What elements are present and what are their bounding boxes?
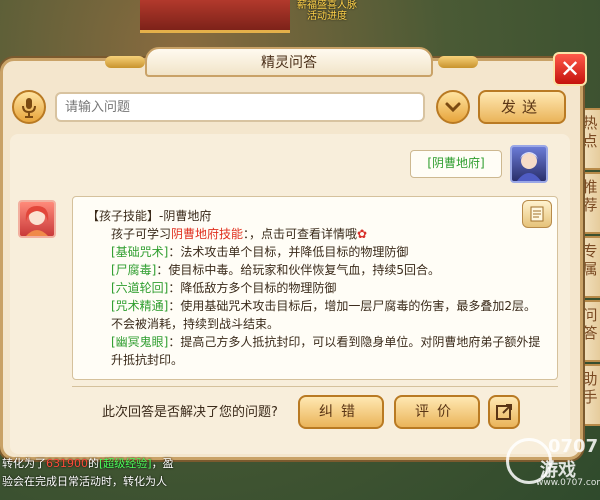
feedback-row: 此次回答是否解决了您的问题? 纠错 评价 xyxy=(72,386,558,437)
skill-name[interactable]: [六道轮回] xyxy=(111,281,168,295)
skill-desc: ：降低敌方多个目标的物理防御 xyxy=(168,281,337,295)
title-ornament-right xyxy=(438,56,478,68)
intro-prefix: 孩子可学习 xyxy=(111,227,172,241)
intro-suffix: ：，点击可查看详情哦 xyxy=(243,227,358,241)
scroll-paper-icon xyxy=(530,206,544,222)
exp-line-2: 验会在完成日常活动时，转化为人 xyxy=(2,475,167,488)
skill-name[interactable]: [基础咒术] xyxy=(111,245,168,259)
voice-input-button[interactable] xyxy=(12,90,46,124)
exp-suffix: ，盈 xyxy=(151,457,174,470)
user-portrait-icon xyxy=(517,152,541,181)
answer-box: 【孩子技能】-阴曹地府 孩子可学习阴曹地府技能：，点击可查看详情哦✿ [基础咒术… xyxy=(72,196,558,380)
user-avatar xyxy=(510,145,548,183)
skill-desc: ：法术攻击单个目标，并降低目标的物理防御 xyxy=(168,245,409,259)
scroll-icon[interactable] xyxy=(522,200,552,228)
background-caption: 薪福盛喜人脉 活动进度 xyxy=(282,0,372,22)
chevron-down-icon xyxy=(445,102,461,113)
skill-row: [幽冥鬼眼]：提高己方多人抵抗封印，可以看到隐身单位。对阴曹地府弟子额外提升抵抗… xyxy=(87,333,543,369)
skill-detail-link[interactable]: 阴曹地府技能 xyxy=(171,227,243,241)
skill-desc: ：提高己方多人抵抗封印，可以看到隐身单位。对阴曹地府弟子额外提升抵抗封印。 xyxy=(111,335,541,367)
report-error-button[interactable]: 纠错 xyxy=(298,395,384,429)
skill-name[interactable]: [幽冥鬼眼] xyxy=(111,335,168,349)
background-exp-message: 转化为了631900的[超级经验]，盈 验会在完成日常活动时，转化为人 xyxy=(0,455,242,491)
feedback-question: 此次回答是否解决了您的问题? xyxy=(102,405,278,420)
skill-name[interactable]: [尸腐毒] xyxy=(111,263,156,277)
skill-name[interactable]: [咒术精通] xyxy=(111,299,168,313)
answer-intro: 孩子可学习阴曹地府技能：，点击可查看详情哦✿ xyxy=(87,225,543,243)
user-message-bubble: [阴曹地府] xyxy=(410,150,502,178)
dialog-title: 精灵问答 xyxy=(145,47,433,77)
site-watermark: 0707 游戏 www.0707.com xyxy=(506,436,600,494)
exp-connector: 的 xyxy=(88,457,99,470)
skill-desc: ：使目标中毒。给玩家和伙伴恢复气血，持续5回合。 xyxy=(156,263,441,277)
answer-header: 【孩子技能】-阴曹地府 xyxy=(87,209,212,223)
exp-type: [超级经验] xyxy=(99,457,152,470)
background-building xyxy=(140,0,290,33)
skill-desc: ：使用基础咒术攻击目标后，增加一层尸腐毒的伤害，最多叠加2层。不会被消耗，持续到… xyxy=(111,299,537,331)
rate-button[interactable]: 评价 xyxy=(394,395,480,429)
skill-row: [六道轮回]：降低敌方多个目标的物理防御 xyxy=(87,279,543,297)
watermark-url: www.0707.com xyxy=(536,478,600,488)
npc-portrait-icon xyxy=(25,206,49,236)
watermark-top: 0707 xyxy=(548,436,599,457)
caption-line-1: 薪福盛喜人脉 xyxy=(297,0,357,11)
exp-amount: 631900 xyxy=(46,457,88,470)
exp-prefix: 转化为了 xyxy=(2,457,46,470)
share-button[interactable] xyxy=(488,395,520,429)
skill-row: [尸腐毒]：使目标中毒。给玩家和伙伴恢复气血，持续5回合。 xyxy=(87,261,543,279)
caption-line-2: 活动进度 xyxy=(307,11,347,22)
title-ornament-left xyxy=(105,56,145,68)
share-icon xyxy=(496,404,512,420)
history-dropdown-button[interactable] xyxy=(436,90,470,124)
skill-row: [咒术精通]：使用基础咒术攻击目标后，增加一层尸腐毒的伤害，最多叠加2层。不会被… xyxy=(87,297,543,333)
skill-row: [基础咒术]：法术攻击单个目标，并降低目标的物理防御 xyxy=(87,243,543,261)
send-button[interactable]: 发送 xyxy=(478,90,566,124)
close-button[interactable]: ✕ xyxy=(553,52,587,86)
npc-avatar xyxy=(18,200,56,238)
flower-icon: ✿ xyxy=(357,227,368,241)
question-input[interactable] xyxy=(55,92,425,122)
microphone-icon xyxy=(22,98,36,118)
